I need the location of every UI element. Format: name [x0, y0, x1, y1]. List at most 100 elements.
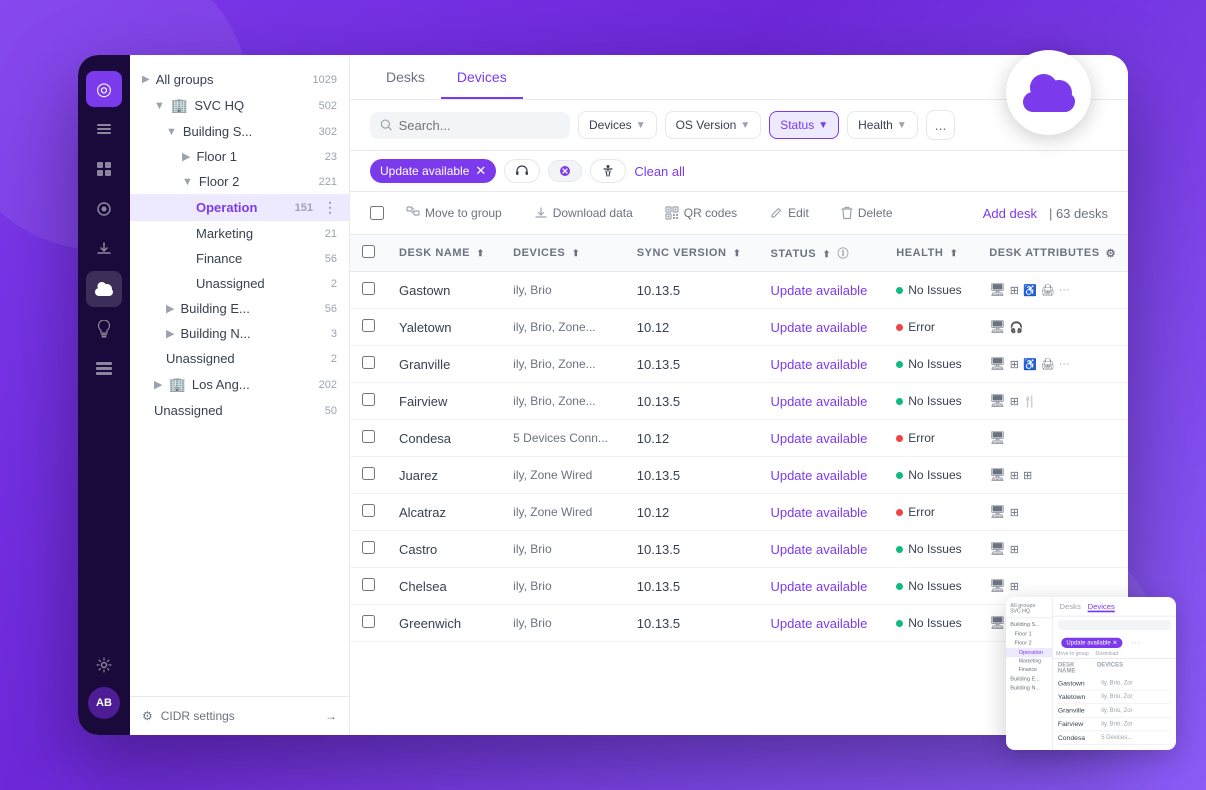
- desk-name-cell: Greenwich: [387, 605, 501, 642]
- status-filter-btn[interactable]: Status ▼: [769, 111, 839, 139]
- sidebar-item-svc-hq[interactable]: ▼ 🏢 SVC HQ 502: [130, 92, 349, 119]
- table-row: Alcatraz ily, Zone Wired 10.12 Update av…: [350, 494, 1128, 531]
- sidebar-count: 23: [325, 151, 337, 163]
- sidebar-label: Unassigned: [166, 351, 235, 366]
- tab-devices[interactable]: Devices: [441, 55, 523, 99]
- clean-all-button[interactable]: Clean all: [634, 164, 685, 179]
- sidebar-item-floor1[interactable]: ▶ Floor 1 23: [130, 144, 349, 169]
- sidebar-item-all-groups[interactable]: ▶ All groups 1029: [130, 67, 349, 92]
- select-all-th-checkbox[interactable]: [362, 245, 375, 258]
- sort-icon[interactable]: ⬆: [950, 248, 958, 258]
- sidebar-label: Building E...: [180, 301, 249, 316]
- health-filter-btn[interactable]: Health ▼: [847, 111, 918, 139]
- row-checkbox[interactable]: [362, 393, 375, 406]
- row-checkbox[interactable]: [362, 356, 375, 369]
- sidebar-item-marketing[interactable]: Marketing 21: [130, 221, 349, 246]
- row-checkbox-cell: [350, 383, 387, 420]
- health-cell: No Issues: [884, 346, 977, 383]
- expand-arrow: ▶: [166, 327, 174, 340]
- sidebar-item-operation[interactable]: Operation 151 ⋮: [130, 194, 349, 221]
- sync-version-cell: 10.12: [625, 420, 759, 457]
- row-checkbox[interactable]: [362, 578, 375, 591]
- user-avatar[interactable]: AB: [88, 687, 120, 719]
- sidebar-item-finance[interactable]: Finance 56: [130, 246, 349, 271]
- edit-icon: [769, 206, 783, 220]
- status-cell: Update available: [758, 272, 884, 309]
- nav-layers[interactable]: [86, 111, 122, 147]
- qr-icon: [665, 206, 679, 220]
- remove-filter-icon[interactable]: ✕: [475, 163, 486, 179]
- headset-filter-tag[interactable]: [504, 159, 540, 183]
- os-version-filter-btn[interactable]: OS Version ▼: [665, 111, 762, 139]
- nav-bulb[interactable]: [86, 311, 122, 347]
- sort-icon[interactable]: ⬆: [823, 249, 831, 259]
- icon-bar: ◎: [78, 55, 130, 735]
- more-options-icon[interactable]: ⋮: [323, 199, 337, 216]
- sidebar-count: 50: [325, 405, 337, 417]
- nav-cloud[interactable]: [86, 271, 122, 307]
- nav-settings[interactable]: [86, 647, 122, 683]
- sidebar-label: SVC HQ: [194, 98, 244, 113]
- search-icon: [380, 118, 393, 132]
- row-checkbox[interactable]: [362, 282, 375, 295]
- desk-name-cell: Chelsea: [387, 568, 501, 605]
- tab-desks[interactable]: Desks: [370, 55, 441, 99]
- sort-icon[interactable]: ⬆: [733, 248, 741, 258]
- row-checkbox[interactable]: [362, 615, 375, 628]
- edit-btn[interactable]: Edit: [759, 200, 819, 226]
- search-box[interactable]: [370, 112, 570, 139]
- cidr-settings-footer[interactable]: ⚙ CIDR settings →: [130, 696, 349, 735]
- delete-btn[interactable]: Delete: [831, 200, 903, 226]
- sidebar-item-unassigned-1[interactable]: Unassigned 2: [130, 271, 349, 296]
- delete-icon: [841, 206, 853, 220]
- row-checkbox[interactable]: [362, 430, 375, 443]
- more-filters-btn[interactable]: ...: [926, 110, 956, 140]
- row-checkbox-cell: [350, 420, 387, 457]
- x-filter-tag[interactable]: [548, 160, 582, 182]
- devices-cell: ily, Zone Wired: [501, 494, 625, 531]
- devices-cell: ily, Brio, Zone...: [501, 346, 625, 383]
- qr-codes-btn[interactable]: QR codes: [655, 200, 747, 226]
- col-devices: DEVICES ⬆: [501, 235, 625, 272]
- sidebar-item-building-n[interactable]: ▶ Building N... 3: [130, 321, 349, 346]
- select-all-checkbox[interactable]: [370, 206, 384, 220]
- chevron-down-icon: ▼: [897, 120, 907, 131]
- sidebar-item-floor2[interactable]: ▼ Floor 2 221: [130, 169, 349, 194]
- sync-version-cell: 10.13.5: [625, 346, 759, 383]
- nav-logo[interactable]: ◎: [86, 71, 122, 107]
- row-checkbox-cell: [350, 531, 387, 568]
- sidebar-item-building-s[interactable]: ▼ Building S... 302: [130, 119, 349, 144]
- sidebar-count: 202: [319, 379, 337, 391]
- row-checkbox[interactable]: [362, 467, 375, 480]
- info-icon[interactable]: ⓘ: [837, 248, 849, 260]
- add-desk-btn[interactable]: Add desk: [983, 206, 1037, 221]
- move-to-group-btn[interactable]: Move to group: [396, 200, 512, 226]
- accessibility-icon: [601, 164, 615, 178]
- sync-version-cell: 10.13.5: [625, 531, 759, 568]
- row-checkbox[interactable]: [362, 319, 375, 332]
- nav-camera[interactable]: [86, 191, 122, 227]
- sidebar-item-unassigned-2[interactable]: Unassigned 2: [130, 346, 349, 371]
- sidebar-item-unassigned-3[interactable]: Unassigned 50: [130, 398, 349, 423]
- action-bar: Move to group Download data: [350, 192, 1128, 235]
- building-icon: 🏢: [168, 376, 185, 393]
- nav-download[interactable]: [86, 231, 122, 267]
- sort-icon[interactable]: ⬆: [572, 248, 580, 258]
- accessibility-filter-tag[interactable]: [590, 159, 626, 183]
- desk-name-cell: Juarez: [387, 457, 501, 494]
- nav-grid[interactable]: [86, 151, 122, 187]
- devices-filter-btn[interactable]: Devices ▼: [578, 111, 657, 139]
- sidebar-item-los-angeles[interactable]: ▶ 🏢 Los Ang... 202: [130, 371, 349, 398]
- download-data-btn[interactable]: Download data: [524, 200, 643, 226]
- col-desk-name: DESK NAME ⬆: [387, 235, 501, 272]
- sort-icon[interactable]: ⬆: [477, 248, 485, 258]
- row-checkbox[interactable]: [362, 541, 375, 554]
- sidebar-label: Building S...: [183, 124, 252, 139]
- search-input[interactable]: [399, 118, 560, 133]
- nav-table[interactable]: [86, 351, 122, 387]
- row-checkbox[interactable]: [362, 504, 375, 517]
- sidebar-item-building-e[interactable]: ▶ Building E... 56: [130, 296, 349, 321]
- sidebar-count: 502: [319, 100, 337, 112]
- update-available-tag[interactable]: Update available ✕: [370, 159, 496, 183]
- col-settings-icon[interactable]: ⚙: [1106, 247, 1116, 260]
